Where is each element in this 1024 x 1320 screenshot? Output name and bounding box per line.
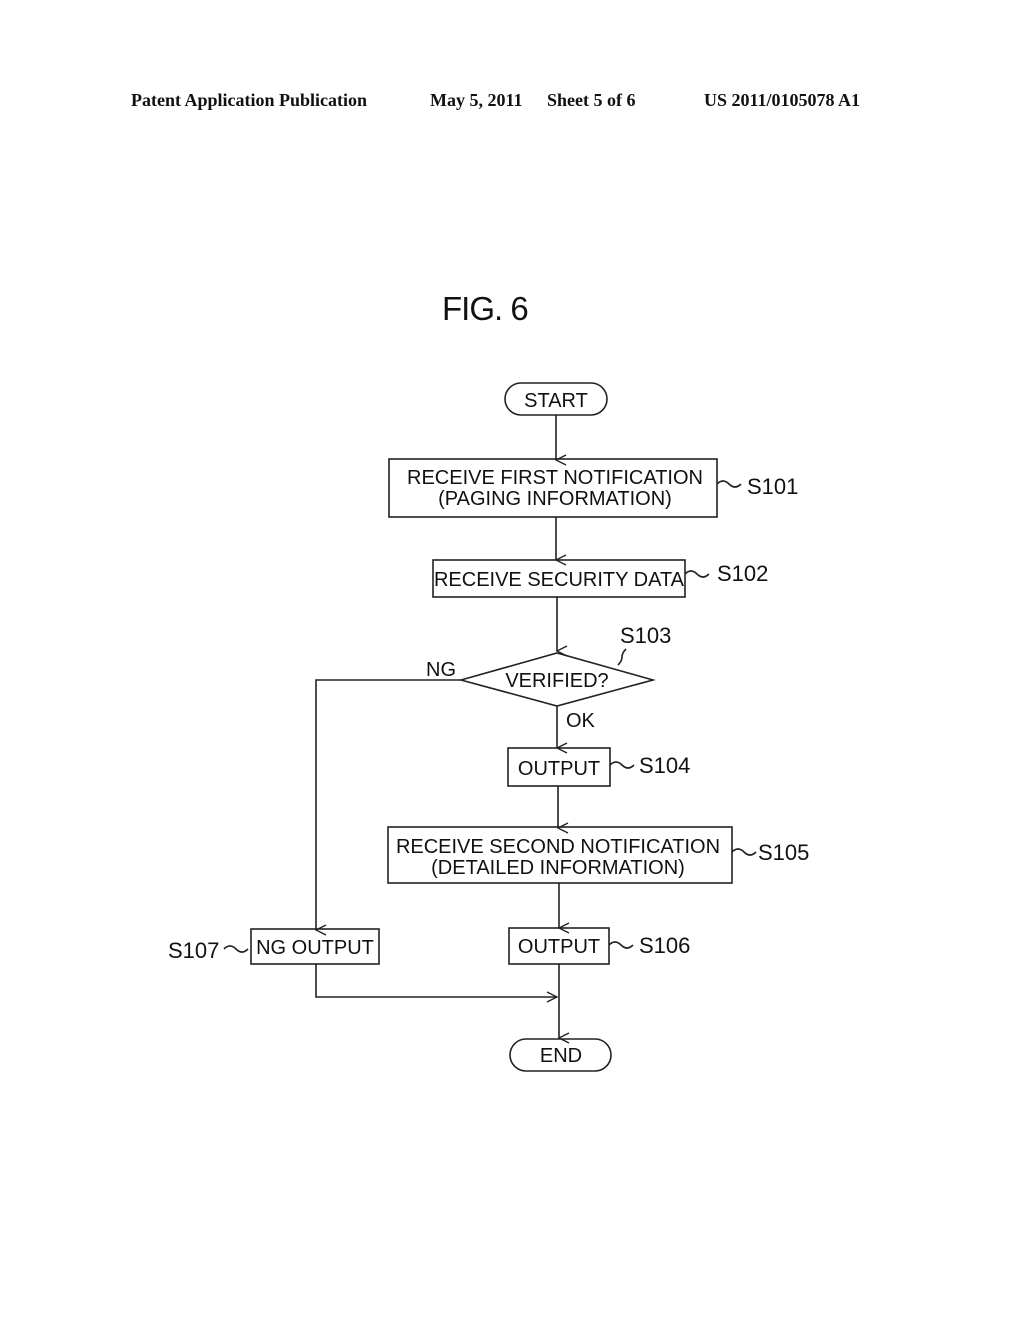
leader-s104: [609, 761, 635, 769]
leader-s107: [223, 945, 249, 953]
step-s102-text: RECEIVE SECURITY DATA: [434, 569, 685, 591]
step-id-s104: S104: [639, 753, 690, 778]
step-s107-text: NG OUTPUT: [256, 937, 374, 959]
step-s101-line2: (PAGING INFORMATION): [438, 488, 672, 510]
step-s103-text: VERIFIED?: [505, 670, 608, 692]
step-s105-line2: (DETAILED INFORMATION): [431, 857, 685, 879]
step-id-s103: S103: [620, 623, 671, 648]
step-id-s105: S105: [758, 840, 809, 865]
end-label: END: [540, 1045, 582, 1067]
branch-label-ok: OK: [566, 710, 596, 732]
step-id-s102: S102: [717, 561, 768, 586]
leader-s105: [731, 848, 757, 856]
branch-label-ng: NG: [426, 659, 456, 681]
step-s105-line1: RECEIVE SECOND NOTIFICATION: [396, 836, 720, 858]
leader-s103: [617, 648, 627, 666]
flowchart: START RECEIVE FIRST NOTIFICATION (PAGING…: [168, 382, 809, 1072]
leader-s106: [608, 941, 634, 949]
leader-s102: [684, 570, 710, 578]
connector-s107-merge: [315, 964, 557, 997]
start-label: START: [524, 390, 588, 412]
step-id-s107: S107: [168, 938, 219, 963]
step-s101-line1: RECEIVE FIRST NOTIFICATION: [407, 467, 703, 489]
step-id-s101: S101: [747, 474, 798, 499]
step-s104-text: OUTPUT: [518, 758, 600, 780]
leader-s101: [716, 480, 742, 488]
step-id-s106: S106: [639, 933, 690, 958]
connector-s103-s107: [316, 679, 461, 930]
step-s106-text: OUTPUT: [518, 936, 600, 958]
